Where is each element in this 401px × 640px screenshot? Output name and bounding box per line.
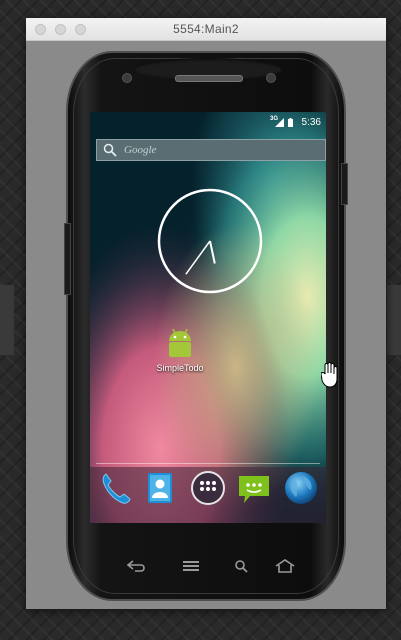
dock-divider — [96, 463, 320, 464]
app-label: SimpleTodo — [156, 363, 204, 373]
desktop-edge-right — [387, 285, 401, 355]
globe-icon[interactable] — [283, 470, 319, 506]
phone-icon[interactable] — [97, 470, 133, 506]
proximity-sensor — [122, 73, 132, 83]
messaging-icon[interactable] — [236, 470, 272, 506]
wallpaper — [90, 112, 326, 523]
android-app-icon — [169, 328, 191, 357]
phone-frame: 3G 5:36 Google SimpleTodo — [64, 51, 348, 601]
google-search-bar[interactable]: Google — [96, 139, 326, 161]
clock-minute-hand — [185, 240, 211, 275]
search-icon — [103, 143, 117, 157]
analog-clock-widget[interactable] — [157, 188, 263, 294]
app-shortcut-simpletodo[interactable]: SimpleTodo — [151, 326, 209, 376]
status-time: 5:36 — [301, 117, 321, 128]
battery-icon — [288, 118, 293, 127]
power-key[interactable] — [341, 163, 348, 205]
window-titlebar[interactable]: 5554:Main2 — [26, 18, 386, 41]
hardware-nav-bar — [103, 549, 313, 584]
back-icon[interactable] — [125, 557, 149, 575]
front-camera — [266, 73, 276, 83]
menu-icon[interactable] — [179, 557, 203, 575]
emulator-window: 5554:Main2 3G 5:36 Google SimpleTodo — [26, 18, 386, 609]
home-icon[interactable] — [273, 557, 297, 575]
search-placeholder: Google — [124, 144, 157, 156]
signal-icon — [275, 118, 284, 127]
status-bar: 3G 5:36 — [90, 112, 326, 132]
contacts-icon[interactable] — [142, 470, 178, 506]
clock-hour-hand — [209, 240, 216, 264]
app-drawer-icon[interactable] — [190, 470, 226, 506]
dock — [90, 470, 326, 520]
desktop-edge-left — [0, 285, 14, 355]
volume-key[interactable] — [64, 223, 71, 295]
hardware-search-icon[interactable] — [230, 557, 254, 575]
window-title: 5554:Main2 — [173, 22, 239, 36]
speaker-grille — [175, 75, 243, 82]
phone-screen: 3G 5:36 Google SimpleTodo — [90, 112, 326, 523]
mouse-cursor-icon — [321, 362, 338, 388]
